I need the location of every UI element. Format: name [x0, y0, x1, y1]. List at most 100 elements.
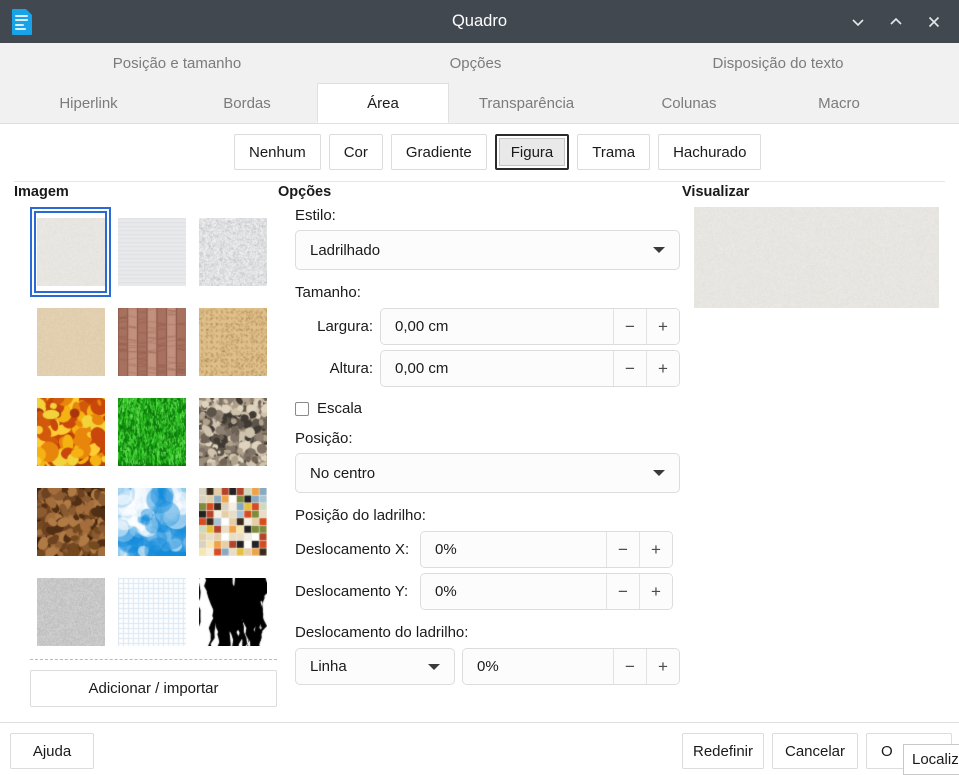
help-button[interactable]: Ajuda	[10, 733, 94, 769]
close-button[interactable]	[917, 4, 951, 40]
position-dropdown[interactable]: No centro	[295, 453, 680, 493]
add-import-button[interactable]: Adicionar / importar	[30, 670, 277, 707]
width-increment-button[interactable]: +	[646, 309, 679, 344]
gallery-thumbnail[interactable]	[111, 207, 192, 297]
tile-position-label: Posição do ladrilho:	[295, 507, 680, 524]
maximize-button[interactable]	[879, 4, 913, 40]
tab-label: Opções	[450, 55, 502, 72]
texture-lawn-icon	[118, 398, 186, 466]
tab-bordas[interactable]: Bordas	[177, 83, 317, 123]
tile-offset-increment-button[interactable]: +	[646, 649, 679, 684]
tile-offset-spinbox[interactable]: 0% − +	[462, 648, 680, 685]
width-value[interactable]: 0,00 cm	[381, 309, 613, 344]
fill-mode-nenhum[interactable]: Nenhum	[234, 134, 321, 170]
gallery-thumbnail[interactable]	[30, 207, 111, 297]
fill-mode-label: Hachurado	[673, 144, 746, 161]
tab-colunas[interactable]: Colunas	[604, 83, 774, 123]
fill-mode-button-group: Nenhum Cor Gradiente Figura Trama Hachur…	[234, 134, 761, 170]
tab-opcoes[interactable]: Opções	[354, 43, 597, 83]
offset-x-value[interactable]: 0%	[421, 532, 606, 567]
gallery-thumbnail[interactable]	[111, 567, 192, 657]
fill-mode-cor[interactable]: Cor	[329, 134, 383, 170]
fill-mode-label: Trama	[592, 144, 635, 161]
chevron-down-icon	[653, 247, 665, 253]
fill-mode-trama[interactable]: Trama	[577, 134, 650, 170]
image-thumbnail-grid	[30, 207, 277, 657]
width-field-row: Largura: 0,00 cm − +	[295, 308, 680, 345]
offset-y-value[interactable]: 0%	[421, 574, 606, 609]
offset-x-spinbox[interactable]: 0% − +	[420, 531, 673, 568]
fill-mode-label: Cor	[344, 144, 368, 161]
texture-maple-leaves-icon	[37, 398, 105, 466]
scale-checkbox-row[interactable]: Escala	[295, 400, 680, 417]
tab-label: Bordas	[223, 95, 271, 112]
width-label: Largura:	[295, 318, 373, 335]
height-value[interactable]: 0,00 cm	[381, 351, 613, 386]
tab-label: Transparência	[479, 95, 574, 112]
tab-area[interactable]: Área	[317, 83, 449, 123]
height-increment-button[interactable]: +	[646, 351, 679, 386]
gallery-thumbnail[interactable]	[30, 297, 111, 387]
writer-document-icon	[0, 0, 44, 43]
minimize-button[interactable]	[841, 4, 875, 40]
gallery-thumbnail[interactable]	[192, 567, 273, 657]
fill-mode-gradiente[interactable]: Gradiente	[391, 134, 487, 170]
offset-x-label: Deslocamento X:	[295, 541, 420, 558]
tab-transparencia[interactable]: Transparência	[449, 83, 604, 123]
gallery-thumbnail[interactable]	[192, 387, 273, 477]
tab-disposicao-do-texto[interactable]: Disposição do texto	[597, 43, 959, 83]
ok-label: O	[881, 743, 893, 760]
tile-offset-value[interactable]: 0%	[463, 649, 613, 684]
width-decrement-button[interactable]: −	[613, 309, 646, 344]
title-bar: Quadro	[0, 0, 959, 43]
area-tab-panel: Nenhum Cor Gradiente Figura Trama Hachur…	[0, 124, 959, 722]
gallery-thumbnail[interactable]	[30, 387, 111, 477]
texture-pebble-stone-icon	[199, 398, 267, 466]
tab-posicao-e-tamanho[interactable]: Posição e tamanho	[0, 43, 354, 83]
style-label: Estilo:	[295, 207, 680, 224]
cancel-button[interactable]: Cancelar	[772, 733, 858, 769]
options-panel: Estilo: Ladrilhado Tamanho: Largura: 0,0…	[295, 207, 680, 685]
image-gallery[interactable]	[30, 207, 277, 637]
dialog-tabstrip: Posição e tamanho Opções Disposição do t…	[0, 43, 959, 124]
reset-button[interactable]: Redefinir	[682, 733, 764, 769]
style-dropdown[interactable]: Ladrilhado	[295, 230, 680, 270]
fill-preview	[694, 207, 939, 308]
gallery-thumbnail[interactable]	[192, 297, 273, 387]
height-field-row: Altura: 0,00 cm − +	[295, 350, 680, 387]
tile-offset-mode-dropdown[interactable]: Linha	[295, 648, 455, 685]
reset-label: Redefinir	[693, 743, 753, 760]
texture-rough-white-wall-icon	[199, 218, 267, 286]
tile-offset-decrement-button[interactable]: −	[613, 649, 646, 684]
tab-label: Hiperlink	[59, 95, 117, 112]
fill-mode-hachurado[interactable]: Hachurado	[658, 134, 761, 170]
cancel-label: Cancelar	[785, 743, 845, 760]
gallery-thumbnail[interactable]	[111, 297, 192, 387]
tab-label: Área	[367, 95, 399, 112]
offset-y-increment-button[interactable]: +	[639, 574, 672, 609]
width-spinbox[interactable]: 0,00 cm − +	[380, 308, 680, 345]
gallery-divider	[30, 659, 277, 660]
offset-y-spinbox[interactable]: 0% − +	[420, 573, 673, 610]
add-import-label: Adicionar / importar	[88, 680, 218, 697]
style-value: Ladrilhado	[310, 242, 380, 259]
gallery-thumbnail[interactable]	[111, 477, 192, 567]
gallery-thumbnail[interactable]	[192, 207, 273, 297]
offset-y-decrement-button[interactable]: −	[606, 574, 639, 609]
gallery-thumbnail[interactable]	[192, 477, 273, 567]
fill-mode-figura[interactable]: Figura	[495, 134, 570, 170]
tab-hiperlink[interactable]: Hiperlink	[0, 83, 177, 123]
offset-x-decrement-button[interactable]: −	[606, 532, 639, 567]
scale-checkbox[interactable]	[295, 402, 309, 416]
gallery-thumbnail[interactable]	[30, 477, 111, 567]
tab-macro[interactable]: Macro	[774, 83, 904, 123]
offset-x-increment-button[interactable]: +	[639, 532, 672, 567]
height-decrement-button[interactable]: −	[613, 351, 646, 386]
gallery-thumbnail[interactable]	[111, 387, 192, 477]
chevron-down-icon	[428, 664, 440, 670]
chevron-down-icon	[653, 470, 665, 476]
texture-zebra-icon	[199, 578, 267, 646]
height-spinbox[interactable]: 0,00 cm − +	[380, 350, 680, 387]
gallery-heading: Imagem	[14, 184, 69, 200]
gallery-thumbnail[interactable]	[30, 567, 111, 657]
